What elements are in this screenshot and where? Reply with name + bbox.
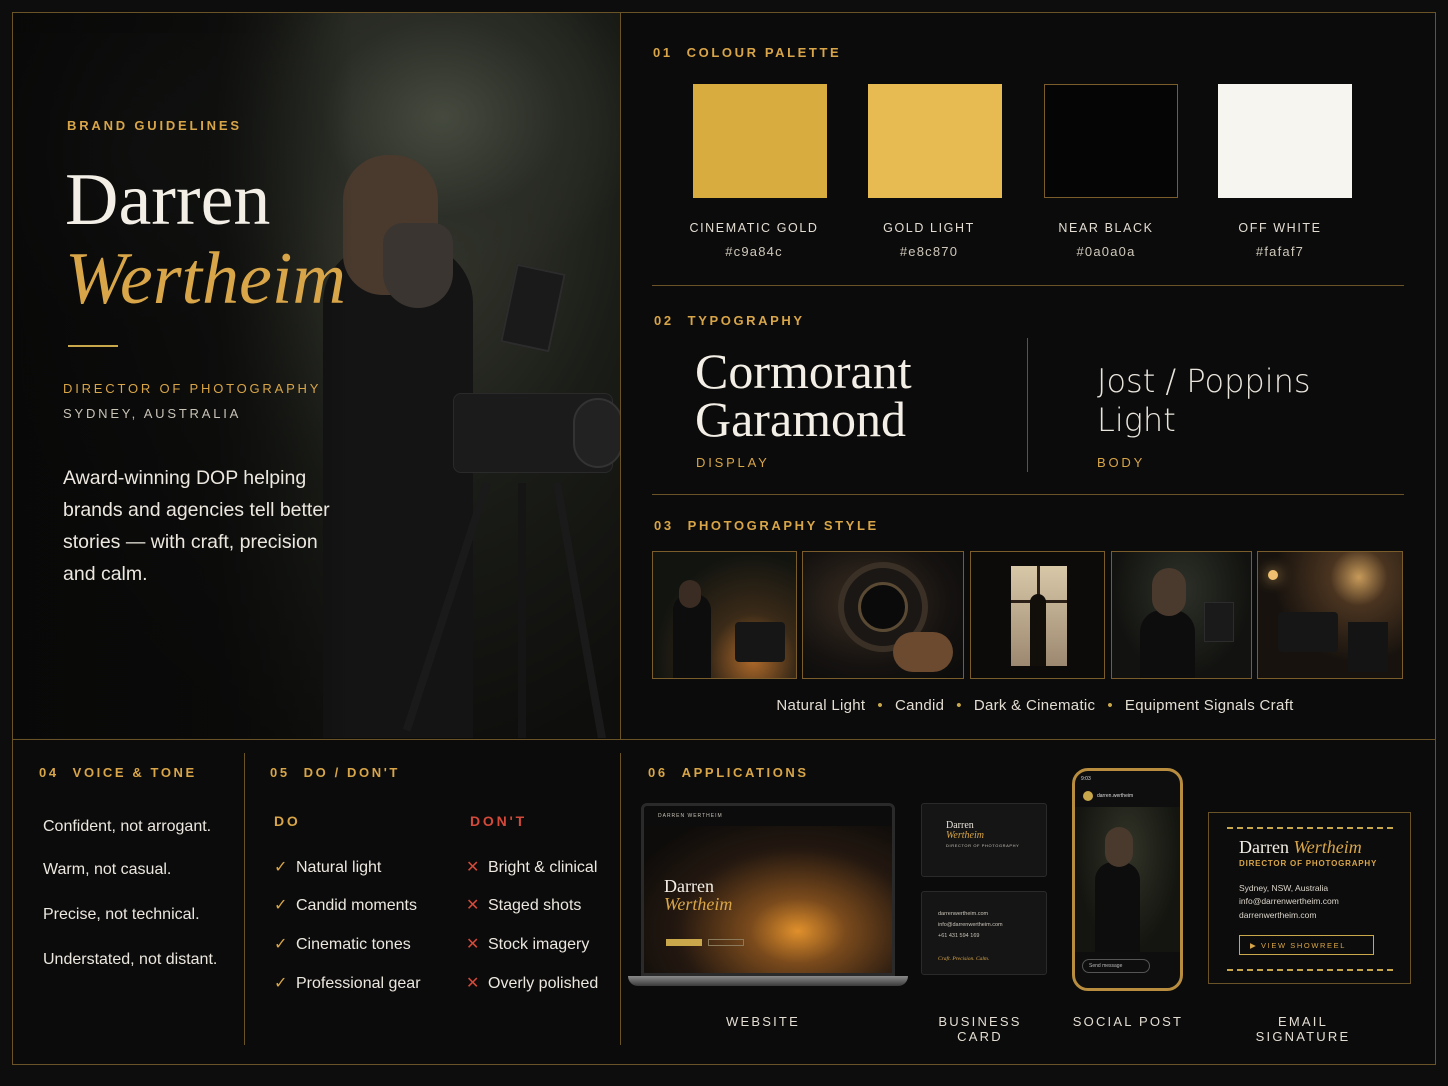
- business-card-back: darrenwertheim.com info@darrenwertheim.c…: [921, 891, 1047, 975]
- divider: [13, 739, 1435, 740]
- laptop-base: [628, 976, 908, 986]
- website-cta-button[interactable]: [666, 939, 702, 946]
- website-hero-surname: Wertheim: [664, 894, 733, 914]
- business-card-front: Darren Wertheim DIRECTOR OF PHOTOGRAPHY: [921, 803, 1047, 877]
- section-title-typography: 02 TYPOGRAPHY: [654, 313, 805, 328]
- cross-icon: ✕: [466, 859, 480, 876]
- website-nav-brand: DARREN WERTHEIM: [658, 813, 723, 819]
- photo-lens-closeup: [802, 551, 964, 679]
- swatch-cinematic-gold: [693, 84, 827, 198]
- tripod-leg: [553, 482, 607, 738]
- swatch-name: OFF WHITE: [1238, 221, 1322, 235]
- check-icon: ✓: [274, 897, 288, 914]
- location: SYDNEY, AUSTRALIA: [63, 406, 242, 421]
- swatch-gold-light: [868, 84, 1002, 198]
- tag: Dark & Cinematic: [973, 697, 1096, 714]
- section-title-do-dont: 05 DO / DON'T: [270, 765, 400, 780]
- gold-divider: [68, 345, 118, 347]
- cross-icon: ✕: [466, 897, 480, 914]
- tag: Candid: [894, 697, 945, 714]
- tripod-leg: [518, 483, 526, 738]
- do-item: ✓ Candid moments: [274, 897, 417, 914]
- check-icon: ✓: [274, 859, 288, 876]
- display-font-sample: Cormorant Garamond: [695, 343, 912, 447]
- label-social-post: SOCIAL POST: [1072, 1014, 1184, 1029]
- swatch-hex: #c9a84c: [725, 244, 783, 259]
- last-name: Wertheim: [65, 238, 346, 320]
- cross-icon: ✕: [466, 936, 480, 953]
- check-icon: ✓: [274, 975, 288, 992]
- dont-item: ✕ Stock imagery: [466, 936, 590, 953]
- section-title-voice: 04 VOICE & TONE: [39, 765, 197, 780]
- avatar: [1083, 791, 1093, 801]
- label-email-signature: EMAIL SIGNATURE: [1255, 1014, 1351, 1044]
- display-font-role: DISPLAY: [696, 455, 770, 470]
- voice-item: Precise, not technical.: [43, 906, 200, 923]
- swatch-off-white: [1218, 84, 1352, 198]
- do-item: ✓ Professional gear: [274, 975, 421, 992]
- body-font-role: BODY: [1097, 455, 1146, 470]
- dont-item: ✕ Bright & clinical: [466, 859, 598, 876]
- dont-item: ✕ Staged shots: [466, 897, 582, 914]
- swatch-hex: #e8c870: [899, 244, 959, 259]
- first-name: Darren: [65, 159, 271, 241]
- photo-window-silhouette: [970, 551, 1105, 679]
- section-title-palette: 01 COLOUR PALETTE: [653, 45, 842, 60]
- check-icon: ✓: [274, 936, 288, 953]
- dont-item: ✕ Overly polished: [466, 975, 599, 992]
- label-business-card: BUSINESS CARD: [938, 1014, 1022, 1044]
- label-website: WEBSITE: [726, 1014, 800, 1029]
- section-title-photography: 03 PHOTOGRAPHY STYLE: [654, 518, 879, 533]
- swatch-name: GOLD LIGHT: [883, 221, 975, 235]
- brand-guidelines-eyebrow: BRAND GUIDELINES: [67, 118, 242, 133]
- view-showreel-button[interactable]: ▶ VIEW SHOWREEL: [1239, 935, 1374, 955]
- photo-equipment-studio: [1257, 551, 1403, 679]
- email-signature-mockup: Darren Wertheim DIRECTOR OF PHOTOGRAPHY …: [1208, 812, 1411, 984]
- voice-item: Warm, not casual.: [43, 861, 172, 878]
- bio-text: Award-winning DOP helping brands and age…: [63, 467, 330, 585]
- tag: Equipment Signals Craft: [1124, 697, 1294, 714]
- do-heading: DO: [274, 813, 301, 829]
- divider: [1027, 338, 1028, 472]
- website-secondary-button[interactable]: [708, 939, 744, 946]
- tag: Natural Light: [776, 697, 866, 714]
- body-font-sample: Jost / Poppins Light: [1097, 362, 1311, 439]
- photo-natural-light: [652, 551, 797, 679]
- job-title: DIRECTOR OF PHOTOGRAPHY: [63, 381, 322, 396]
- divider: [620, 13, 621, 739]
- do-item: ✓ Natural light: [274, 859, 382, 876]
- swatch-name: CINEMATIC GOLD: [689, 221, 819, 235]
- website-mockup: DARREN WERTHEIM Darren Wertheim: [641, 803, 895, 976]
- swatch-near-black: [1044, 84, 1178, 198]
- camera-lens: [573, 398, 620, 468]
- do-item: ✓ Cinematic tones: [274, 936, 411, 953]
- section-title-applications: 06 APPLICATIONS: [648, 765, 809, 780]
- social-post-image: [1075, 807, 1180, 952]
- dont-heading: DON'T: [470, 813, 527, 829]
- divider: [244, 753, 245, 1045]
- camera-monitor: [500, 263, 566, 353]
- voice-item: Confident, not arrogant.: [43, 818, 212, 835]
- swatch-hex: #0a0a0a: [1076, 244, 1136, 259]
- signature-name: Darren Wertheim: [1239, 837, 1362, 857]
- voice-item: Understated, not distant.: [43, 951, 218, 968]
- divider: [620, 753, 621, 1045]
- photo-candid-portrait: [1111, 551, 1252, 679]
- divider: [652, 285, 1404, 286]
- swatch-name: NEAR BLACK: [1058, 221, 1154, 235]
- social-post-mockup: 9:03 darren.wertheim Send message: [1072, 768, 1183, 991]
- message-input[interactable]: Send message: [1082, 959, 1150, 973]
- cross-icon: ✕: [466, 975, 480, 992]
- divider: [652, 494, 1404, 495]
- photography-tags: Natural Light • Candid • Dark & Cinematic • Eq…: [776, 697, 1294, 714]
- swatch-hex: #fafaf7: [1255, 244, 1305, 259]
